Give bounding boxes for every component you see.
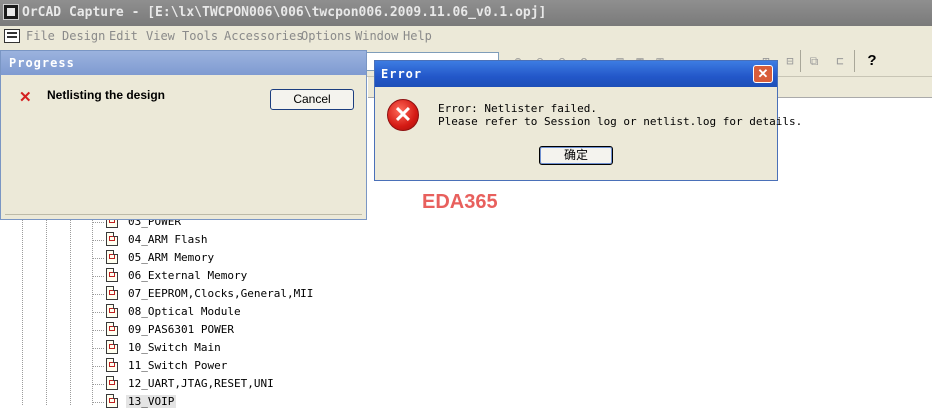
tree-item-label: 06_External Memory xyxy=(128,269,248,282)
progress-title-bar[interactable]: Progress xyxy=(1,51,366,75)
cancel-button[interactable]: Cancel xyxy=(270,89,354,110)
menu-window[interactable]: Window xyxy=(355,29,398,43)
tree-guide-line xyxy=(22,218,23,405)
error-message-line-2: Please refer to Session log or netlist.l… xyxy=(438,115,803,128)
menu-view[interactable]: View xyxy=(146,29,175,43)
menu-accessories[interactable]: Accessories xyxy=(224,29,303,43)
window-title-bar[interactable]: OrCAD Capture - [E:\lx\TWCPON006\006\twc… xyxy=(0,0,932,26)
progress-dialog: Progress ✕ Netlisting the design Cancel xyxy=(0,50,367,220)
tree-item-label: 07_EEPROM,Clocks,General,MII xyxy=(128,287,314,300)
hierarchy-icon[interactable]: ⊏ xyxy=(830,51,850,71)
error-title-bar[interactable]: Error ✕ xyxy=(375,61,777,87)
tree-item-label: 11_Switch Power xyxy=(128,359,228,372)
menu-file[interactable]: File xyxy=(26,29,55,43)
tree-connector xyxy=(92,222,104,223)
grid-icon[interactable]: ⊟ xyxy=(780,51,800,71)
progress-message: Netlisting the design xyxy=(47,88,166,102)
tree-connector xyxy=(92,366,104,367)
menu-options[interactable]: Options xyxy=(301,29,352,43)
schematic-page-icon xyxy=(106,250,118,264)
menu-bar: File Design Edit View Tools Accessories … xyxy=(0,26,932,46)
app-icon[interactable] xyxy=(3,4,19,20)
tree-guide-line xyxy=(46,218,47,405)
menu-help[interactable]: Help xyxy=(403,29,432,43)
tree-item-label: 09_PAS6301 POWER xyxy=(128,323,234,336)
menu-tools[interactable]: Tools xyxy=(182,29,218,43)
schematic-page-icon xyxy=(106,304,118,318)
schematic-page-icon xyxy=(106,322,118,336)
tree-connector xyxy=(92,276,104,277)
menu-design[interactable]: Design xyxy=(62,29,105,43)
schematic-page-icon xyxy=(106,340,118,354)
watermark-text: EDA365 xyxy=(422,191,498,213)
tree-connector xyxy=(92,330,104,331)
tree-connector xyxy=(92,258,104,259)
tree-connector xyxy=(92,294,104,295)
schematic-page-icon xyxy=(106,268,118,282)
schematic-page-icon xyxy=(106,394,118,408)
schematic-page-icon xyxy=(106,232,118,246)
schematic-page-icon xyxy=(106,286,118,300)
document-icon[interactable] xyxy=(4,29,20,43)
help-icon[interactable]: ? xyxy=(862,51,882,71)
schematic-page-icon xyxy=(106,358,118,372)
tree-item-label: 05_ARM Memory xyxy=(128,251,215,264)
close-icon[interactable]: ✕ xyxy=(753,65,773,83)
align-icon[interactable]: ⧉ xyxy=(804,51,824,71)
window-title: OrCAD Capture - [E:\lx\TWCPON006\006\twc… xyxy=(22,5,547,20)
tree-item-label: 04_ARM Flash xyxy=(128,233,208,246)
error-message-line-1: Error: Netlister failed. xyxy=(438,102,597,115)
red-x-icon: ✕ xyxy=(19,89,32,106)
progress-divider xyxy=(5,214,362,215)
tree-connector xyxy=(92,312,104,313)
progress-title: Progress xyxy=(9,56,75,70)
tree-connector xyxy=(92,402,104,403)
toolbar-separator xyxy=(800,50,801,72)
tree-item-label: 13_VOIP xyxy=(126,395,177,408)
tree-item-label: 12_UART,JTAG,RESET,UNI xyxy=(128,377,274,390)
tree-guide-line xyxy=(70,218,71,405)
tree-connector xyxy=(92,240,104,241)
tree-item-label: 08_Optical Module xyxy=(128,305,241,318)
toolbar-separator xyxy=(854,50,855,72)
ok-button[interactable]: 确定 xyxy=(539,146,613,165)
menu-edit[interactable]: Edit xyxy=(109,29,138,43)
tree-connector xyxy=(92,348,104,349)
error-icon: ✕ xyxy=(387,99,419,131)
tree-connector xyxy=(92,384,104,385)
tree-item-label: 10_Switch Main xyxy=(128,341,221,354)
error-title: Error xyxy=(381,67,423,81)
error-dialog: Error ✕ ✕ Error: Netlister failed. Pleas… xyxy=(374,60,802,181)
schematic-page-icon xyxy=(106,376,118,390)
